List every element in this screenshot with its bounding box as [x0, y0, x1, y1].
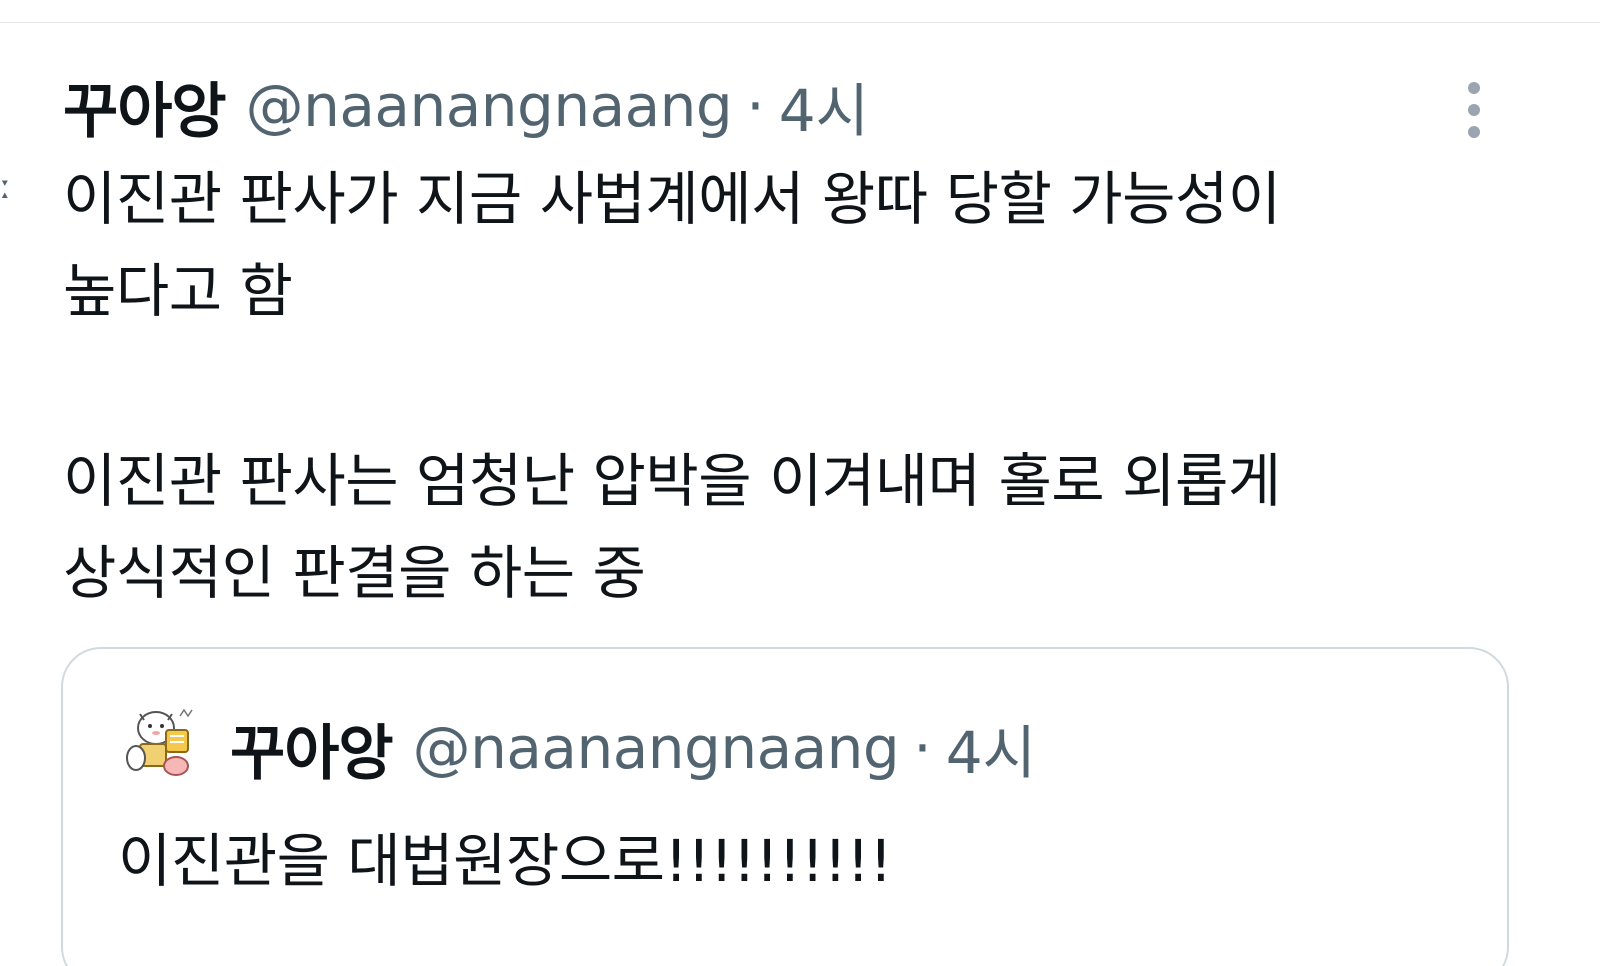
more-vertical-icon: [1468, 82, 1480, 94]
tweet-header: 꾸아앙 @naanangnaang · 4시: [63, 68, 869, 147]
avatar[interactable]: [118, 700, 210, 792]
author-handle[interactable]: @naanangnaang: [246, 72, 733, 140]
quoted-tweet-header: 꾸아앙 @naanangnaang · 4시: [230, 710, 1036, 789]
tweet-text-line: 이진관 판사는 엄청난 압박을 이겨내며 홀로 외롭게: [63, 447, 1281, 515]
tweet-text-line: 높다고 함: [63, 257, 293, 325]
author-name[interactable]: 꾸아앙: [63, 63, 227, 150]
tweet-time[interactable]: 4시: [779, 64, 869, 148]
tweet-text-line: 상식적인 판결을 하는 중: [63, 539, 646, 607]
quoted-author-handle[interactable]: @naanangnaang: [413, 714, 900, 782]
separator-dot: ·: [746, 72, 765, 140]
more-options-button[interactable]: [1452, 78, 1496, 142]
quoted-author-name[interactable]: 꾸아앙: [230, 705, 394, 792]
quoted-tweet-time[interactable]: 4시: [946, 706, 1036, 790]
tweet-text-line: 이진관 판사가 지금 사법계에서 왕따 당할 가능성이: [63, 165, 1281, 233]
quoted-tweet-card[interactable]: [61, 647, 1509, 966]
more-vertical-icon-dot: [1468, 104, 1480, 116]
edge-mark: ː: [0, 167, 12, 207]
quoted-tweet-text: 이진관을 대법원장으로!!!!!!!!!!: [118, 827, 893, 895]
avatar-image: [126, 708, 193, 776]
more-vertical-icon-dot: [1468, 126, 1480, 138]
top-divider: [0, 22, 1600, 23]
quoted-separator-dot: ·: [913, 714, 932, 782]
